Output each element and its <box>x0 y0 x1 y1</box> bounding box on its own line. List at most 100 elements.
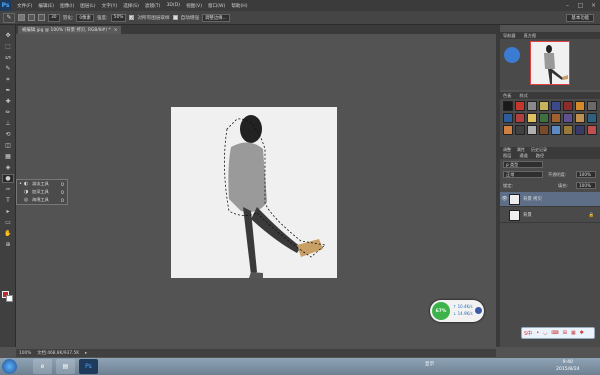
workspace-select[interactable]: 基本功能 <box>566 13 594 22</box>
status-arrow-icon[interactable]: ▸ <box>85 351 87 356</box>
style-swatch[interactable] <box>539 125 549 135</box>
style-swatch[interactable] <box>587 101 597 111</box>
quick-selection-icon[interactable]: ✎ <box>3 12 15 23</box>
blur-icon[interactable]: ◈ <box>2 163 14 172</box>
ime-grid-icon[interactable]: ⊞ <box>563 330 567 336</box>
menu-item[interactable]: 文字(Y) <box>99 3 121 9</box>
history-brush-icon[interactable]: ⟲ <box>2 130 14 139</box>
healing-icon[interactable]: ✚ <box>2 97 14 106</box>
quick-selection-icon[interactable]: ✎ <box>2 64 14 73</box>
layer-row[interactable]: 👁 背景 拷贝 <box>500 192 600 207</box>
menu-item[interactable]: 文件(F) <box>14 3 35 9</box>
flyout-item-sponge[interactable]: ◎ 海绵工具 O <box>17 196 67 204</box>
tab-swatches[interactable]: 色板 <box>503 93 511 99</box>
clone-stamp-icon[interactable]: ⊥ <box>2 119 14 128</box>
style-swatch[interactable] <box>587 125 597 135</box>
flyout-item-burn[interactable]: ◑ 加深工具 O <box>17 188 67 196</box>
style-swatch[interactable] <box>503 113 513 123</box>
ime-toolbar[interactable]: S中 • ◡ ⌨ ⊞ ▦ ✱ <box>521 327 595 339</box>
refine-edge-button[interactable]: 调整边缘... <box>202 13 230 22</box>
opacity-field[interactable]: 100% <box>576 171 596 178</box>
ime-emoji-icon[interactable]: ◡ <box>543 330 547 336</box>
move-icon[interactable]: ✥ <box>2 31 14 40</box>
style-swatch[interactable] <box>587 113 597 123</box>
brush-icon[interactable]: ✏ <box>2 108 14 117</box>
start-button[interactable] <box>2 359 17 374</box>
menu-item[interactable]: 视图(V) <box>183 3 205 9</box>
style-swatch[interactable] <box>575 125 585 135</box>
menu-item[interactable]: 选择(S) <box>120 3 142 9</box>
close-button[interactable]: × <box>587 0 600 11</box>
style-swatch[interactable] <box>563 125 573 135</box>
document-canvas[interactable] <box>171 107 337 278</box>
add-selection-mode[interactable] <box>28 14 35 21</box>
style-swatch[interactable] <box>515 125 525 135</box>
fill-field[interactable]: 100% <box>576 182 596 189</box>
new-selection-mode[interactable] <box>18 14 25 21</box>
style-swatch[interactable] <box>539 101 549 111</box>
eye-icon[interactable]: 👁 <box>500 196 509 202</box>
brush-size-field[interactable]: 30 <box>48 13 60 22</box>
taskbar-photoshop-icon[interactable]: Ps <box>79 359 98 374</box>
document-tab[interactable]: 被编辑.jpg @ 100% (背景 拷贝, RGB/8#) * × <box>18 26 122 34</box>
ime-keyboard-icon[interactable]: ⌨ <box>552 330 559 336</box>
tray-text[interactable]: 显示 <box>425 361 434 367</box>
menu-item[interactable]: 帮助(H) <box>228 3 250 9</box>
taskbar-ie-icon[interactable]: e <box>33 359 52 374</box>
taskbar-explorer-icon[interactable]: ▤ <box>56 359 75 374</box>
lasso-icon[interactable]: ᔕ <box>2 53 14 62</box>
flyout-item-dodge[interactable]: • ◐ 减淡工具 O <box>17 180 67 188</box>
subtract-selection-mode[interactable] <box>38 14 45 21</box>
auto-enhance-checkbox[interactable] <box>172 15 178 20</box>
document-tab-close[interactable]: × <box>114 28 118 33</box>
style-swatch[interactable] <box>551 125 561 135</box>
tab-histogram[interactable]: 直方图 <box>524 33 537 39</box>
shape-icon[interactable]: ▭ <box>2 218 14 227</box>
blend-mode-select[interactable]: 正常 <box>503 171 543 178</box>
tab-styles[interactable]: 样式 <box>519 93 527 99</box>
style-swatch[interactable] <box>563 101 573 111</box>
dodge-icon[interactable]: ● <box>2 174 14 183</box>
style-swatch[interactable] <box>575 113 585 123</box>
zoom-level[interactable]: 100% <box>19 351 31 356</box>
gradient-icon[interactable]: ▦ <box>2 152 14 161</box>
layer-kind-filter[interactable]: ρ 类型 <box>503 161 543 168</box>
style-swatch[interactable] <box>575 101 585 111</box>
system-clock[interactable]: 9:40 2015/8/24 <box>556 359 580 373</box>
menu-item[interactable]: 编辑(E) <box>35 3 57 9</box>
ime-settings-icon[interactable]: ✱ <box>580 330 584 336</box>
ime-skin-icon[interactable]: ▦ <box>571 330 576 336</box>
style-swatch[interactable] <box>527 113 537 123</box>
tab-paths[interactable]: 路径 <box>536 153 544 159</box>
style-swatch[interactable] <box>551 113 561 123</box>
crop-icon[interactable]: ⌗ <box>2 75 14 84</box>
tab-layers[interactable]: 图层 <box>503 153 511 159</box>
tab-navigator[interactable]: 导航器 <box>503 33 516 39</box>
style-swatch[interactable] <box>527 125 537 135</box>
strength-field[interactable]: 50% <box>110 13 127 22</box>
eraser-icon[interactable]: ◫ <box>2 141 14 150</box>
style-swatch[interactable] <box>551 101 561 111</box>
marquee-icon[interactable]: ⬚ <box>2 42 14 51</box>
hand-icon[interactable]: ✋ <box>2 229 14 238</box>
background-color-swatch[interactable] <box>6 295 13 302</box>
style-swatch[interactable] <box>515 101 525 111</box>
pen-icon[interactable]: ✑ <box>2 185 14 194</box>
sample-all-checkbox[interactable]: ✓ <box>129 15 135 20</box>
feather-field[interactable]: 0像素 <box>76 13 94 22</box>
path-selection-icon[interactable]: ▸ <box>2 207 14 216</box>
style-swatch[interactable] <box>515 113 525 123</box>
menu-item[interactable]: 图像(I) <box>57 3 77 9</box>
maximize-button[interactable]: □ <box>574 0 587 11</box>
navigator-thumbnail[interactable] <box>530 41 570 85</box>
menu-item[interactable]: 滤镜(T) <box>142 3 164 9</box>
network-monitor-widget[interactable]: 67% ↑ 10.4K/s ↓ 14.9K/s <box>430 300 484 322</box>
eyedropper-icon[interactable]: ✒ <box>2 86 14 95</box>
layer-row[interactable]: 背景 🔒 <box>500 208 600 223</box>
ime-punct-icon[interactable]: • <box>536 330 539 336</box>
style-swatch[interactable] <box>527 101 537 111</box>
minimize-button[interactable]: – <box>561 0 574 11</box>
style-swatch[interactable] <box>563 113 573 123</box>
style-swatch[interactable] <box>539 113 549 123</box>
style-swatch[interactable] <box>503 101 513 111</box>
